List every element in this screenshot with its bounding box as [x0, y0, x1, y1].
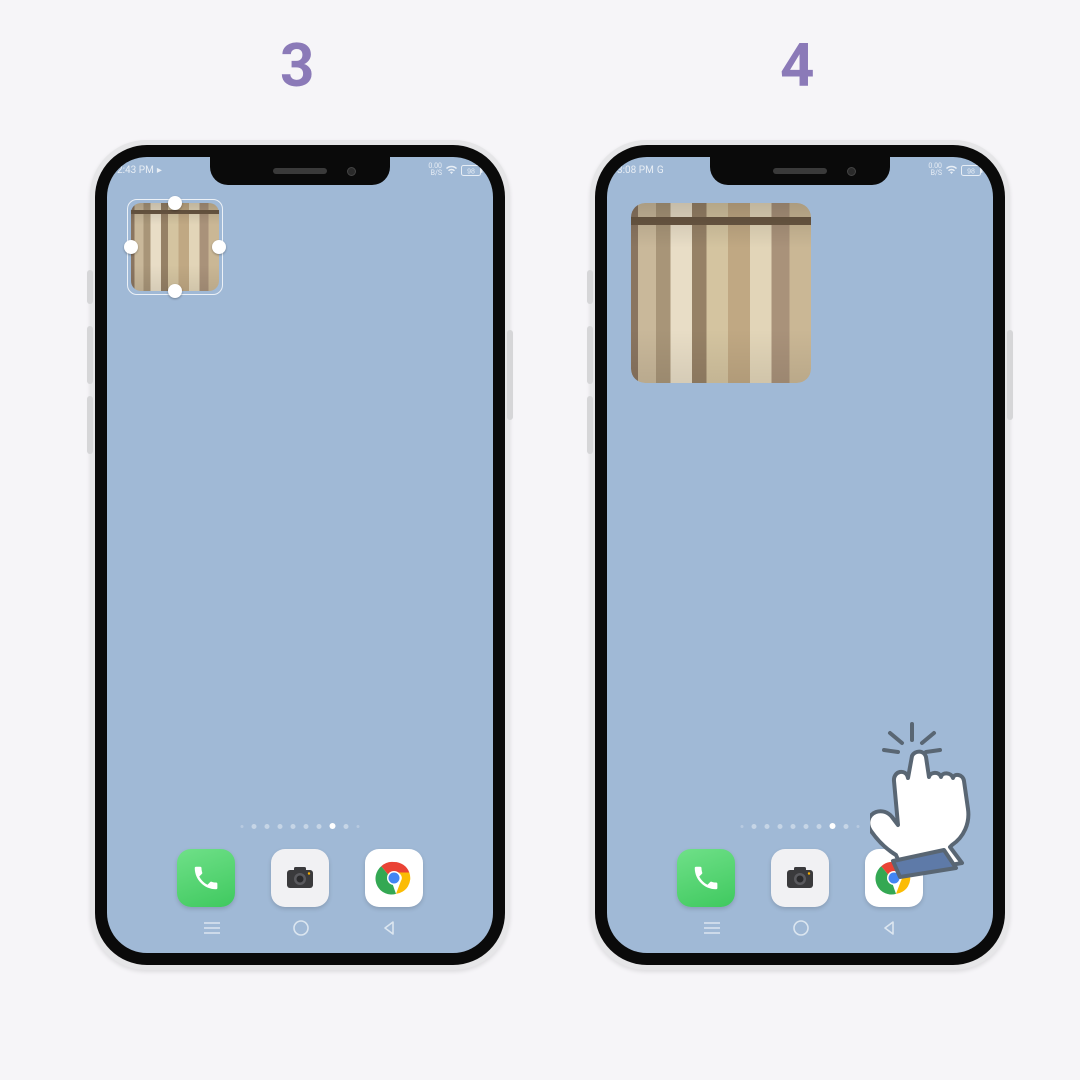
front-camera: [847, 167, 856, 176]
menu-icon: [703, 921, 721, 935]
wifi-icon: [445, 165, 458, 175]
svg-text:98: 98: [967, 168, 975, 175]
notch: [210, 157, 390, 185]
navigation-bar: [607, 913, 993, 943]
power-button: [1007, 330, 1013, 420]
photo-widget-editing[interactable]: [131, 203, 219, 291]
volume-down-button: [587, 396, 593, 454]
photo-widget[interactable]: [631, 203, 811, 383]
page-indicator[interactable]: [741, 823, 860, 829]
resize-handle-bottom[interactable]: [168, 284, 182, 298]
mute-switch: [587, 270, 593, 304]
chrome-app-icon[interactable]: [365, 849, 423, 907]
tap-hand-icon: [870, 720, 1020, 880]
mute-switch: [87, 270, 93, 304]
nav-back-button[interactable]: [881, 920, 897, 936]
nav-menu-button[interactable]: [703, 921, 721, 935]
camera-icon: [783, 861, 817, 895]
status-time: 3:08 PM: [617, 165, 654, 176]
net-rate-unit: B/S: [431, 169, 442, 177]
resize-handle-left[interactable]: [124, 240, 138, 254]
resize-handle-right[interactable]: [212, 240, 226, 254]
triangle-left-icon: [381, 920, 397, 936]
volume-up-button: [587, 326, 593, 384]
nav-back-button[interactable]: [381, 920, 397, 936]
camera-app-icon[interactable]: [271, 849, 329, 907]
power-button: [507, 330, 513, 420]
triangle-left-icon: [881, 920, 897, 936]
phone-mockup-left: 2:43 PM ▸ 0.00 B/S 98: [90, 140, 510, 970]
front-camera: [347, 167, 356, 176]
status-time: 2:43 PM: [117, 165, 154, 176]
widget-photo-image: [631, 203, 811, 383]
speaker-grill: [773, 168, 827, 174]
step-label-4: 4: [780, 30, 814, 101]
resize-frame: [127, 199, 223, 295]
camera-icon: [283, 861, 317, 895]
phone-icon: [691, 863, 721, 893]
chrome-icon: [374, 858, 414, 898]
home-screen[interactable]: 2:43 PM ▸ 0.00 B/S 98: [107, 157, 493, 953]
step-label-3: 3: [280, 30, 314, 101]
menu-icon: [203, 921, 221, 935]
phone-app-icon[interactable]: [677, 849, 735, 907]
circle-icon: [292, 919, 310, 937]
page-indicator[interactable]: [241, 823, 360, 829]
resize-handle-top[interactable]: [168, 196, 182, 210]
nav-menu-button[interactable]: [203, 921, 221, 935]
status-indicator: ▸: [157, 165, 162, 176]
speaker-grill: [273, 168, 327, 174]
circle-icon: [792, 919, 810, 937]
battery-icon: 98: [461, 165, 483, 176]
phone-icon: [191, 863, 221, 893]
wifi-icon: [945, 165, 958, 175]
volume-up-button: [87, 326, 93, 384]
nav-home-button[interactable]: [292, 919, 310, 937]
volume-down-button: [87, 396, 93, 454]
phone-app-icon[interactable]: [177, 849, 235, 907]
navigation-bar: [107, 913, 493, 943]
battery-icon: 98: [961, 165, 983, 176]
status-indicator: G: [657, 165, 664, 176]
nav-home-button[interactable]: [792, 919, 810, 937]
net-rate-unit: B/S: [931, 169, 942, 177]
dock: [107, 849, 493, 907]
camera-app-icon[interactable]: [771, 849, 829, 907]
svg-text:98: 98: [467, 168, 475, 175]
notch: [710, 157, 890, 185]
